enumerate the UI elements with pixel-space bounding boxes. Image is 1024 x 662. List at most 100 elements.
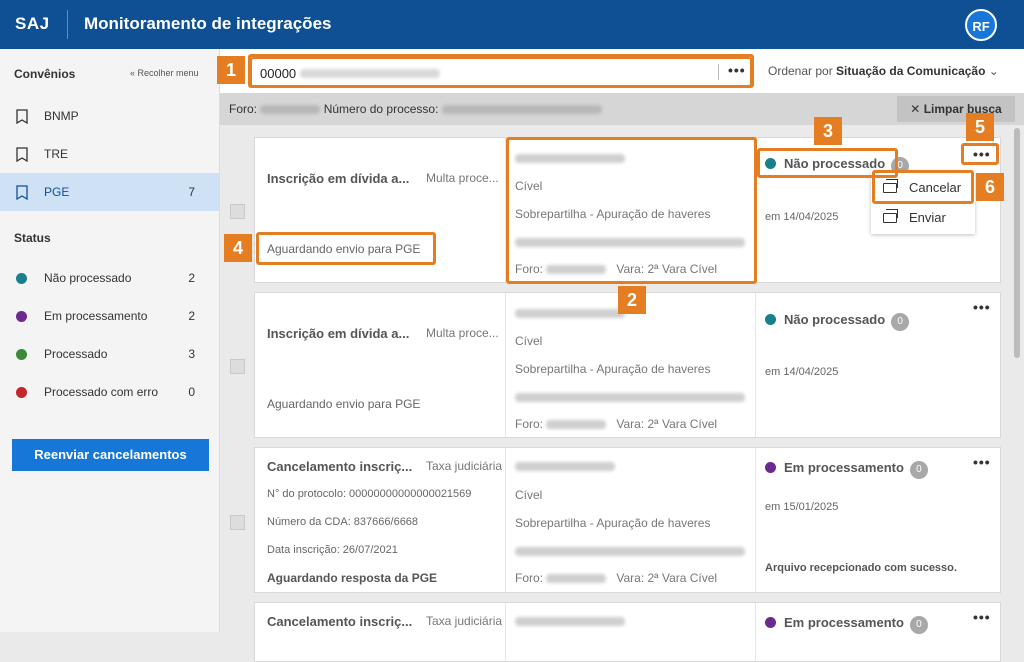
top-bar: SAJ Monitoramento de integrações RF [0, 0, 1024, 49]
status-item-processado-com-erro[interactable]: Processado com erro 0 [0, 373, 219, 411]
column-divider [755, 448, 756, 592]
sidebar-item-bnmp[interactable]: BNMP [0, 97, 219, 135]
status-dot-icon [765, 462, 776, 473]
vara-label: Vara: 2ª Vara Cível [616, 571, 718, 585]
status-badge: Em processamento 0 [765, 460, 928, 479]
card-title: Inscrição em dívida a... [267, 171, 410, 186]
card-type: Taxa judiciária [426, 614, 503, 628]
status-text: Em processamento [784, 460, 904, 475]
status-count: 0 [188, 385, 195, 399]
count-badge: 0 [891, 313, 910, 331]
menu-item-label: Enviar [909, 210, 946, 225]
party-name [515, 306, 625, 320]
card-checkbox[interactable] [230, 515, 245, 530]
status-message: Arquivo recepcionado com sucesso. [765, 562, 957, 574]
case-number [515, 544, 745, 558]
card-more-options-icon[interactable]: ••• [973, 299, 991, 315]
sidebar-item-label: PGE [44, 185, 70, 199]
status-label: Não processado [44, 271, 132, 285]
redacted-text [260, 105, 321, 115]
highlight-search [248, 54, 754, 88]
highlight-more-options [961, 143, 999, 165]
card-title: Cancelamento inscriç... [267, 614, 413, 629]
redacted-text [515, 547, 745, 557]
sidebar-item-count: 7 [188, 185, 195, 199]
callout-5: 5 [966, 113, 994, 141]
menu-item-enviar[interactable]: Enviar [871, 203, 975, 233]
card-type: Multa proce... [426, 326, 499, 340]
callout-6: 6 [976, 173, 1004, 201]
inscription-date: Data inscrição: 26/07/2021 [267, 544, 398, 556]
sort-value: Situação da Comunicação [836, 64, 986, 78]
sort-selector[interactable]: Ordenar por Situação da Comunicação ⌄ [768, 64, 999, 78]
card-checkbox[interactable] [230, 204, 245, 219]
callout-3: 3 [814, 117, 842, 145]
status-text: Em processamento [784, 615, 904, 630]
party-name [515, 614, 625, 628]
collapse-menu-label: Recolher menu [137, 68, 199, 78]
status-badge: Em processamento 0 [765, 615, 928, 634]
status-dot-icon [16, 311, 27, 322]
status-text: Não processado [784, 312, 886, 327]
status-count: 2 [188, 271, 195, 285]
highlight-cancelar [872, 170, 974, 204]
card-more-options-icon[interactable]: ••• [973, 609, 991, 625]
scrollbar[interactable] [1014, 128, 1020, 358]
status-dot-icon [16, 273, 27, 284]
redacted-text [515, 309, 625, 319]
party-name [515, 459, 615, 473]
case-class: Cível [515, 334, 543, 348]
send-icon [883, 209, 898, 223]
callout-1: 1 [217, 56, 245, 84]
card-title: Inscrição em dívida a... [267, 326, 410, 341]
vara-label: Vara: 2ª Vara Cível [616, 417, 718, 431]
count-badge: 0 [909, 461, 928, 479]
status-dot-icon [16, 387, 27, 398]
user-avatar[interactable]: RF [965, 9, 997, 41]
sidebar-item-pge[interactable]: PGE 7 [0, 173, 219, 211]
integration-card[interactable]: Cancelamento inscriç... Taxa judiciária … [254, 447, 1001, 593]
status-heading: Status [14, 231, 51, 245]
bookmark-icon [16, 185, 28, 200]
redacted-text [515, 617, 625, 627]
double-chevron-left-icon: « [130, 68, 136, 78]
sidebar-item-label: BNMP [44, 109, 79, 123]
callout-4: 4 [224, 234, 252, 262]
sidebar-item-tre[interactable]: TRE [0, 135, 219, 173]
sidebar-item-label: TRE [44, 147, 68, 161]
status-date: em 14/04/2025 [765, 211, 839, 223]
clear-search-button[interactable]: ✕ Limpar busca [897, 96, 1015, 122]
foro-label: Foro: [515, 571, 544, 585]
resend-cancellations-button[interactable]: Reenviar cancelamentos [12, 439, 209, 471]
case-number [515, 390, 745, 404]
bookmark-icon [16, 147, 28, 162]
collapse-menu-button[interactable]: « Recolher menu [130, 68, 199, 78]
status-item-em-processamento[interactable]: Em processamento 2 [0, 297, 219, 335]
card-more-options-icon[interactable]: ••• [973, 454, 991, 470]
card-checkbox[interactable] [230, 359, 245, 374]
case-subject: Sobrepartilha - Apuração de haveres [515, 516, 711, 530]
status-count: 2 [188, 309, 195, 323]
card-wait-status: Aguardando envio para PGE [267, 397, 421, 411]
card-title: Cancelamento inscriç... [267, 459, 413, 474]
card-type: Taxa judiciária [426, 459, 503, 473]
status-item-processado[interactable]: Processado 3 [0, 335, 219, 373]
integration-card[interactable]: Cancelamento inscriç... Taxa judiciária … [254, 602, 1001, 662]
column-divider [505, 448, 506, 592]
filter-summary: Foro: Número do processo: [229, 102, 602, 116]
page-title: Monitoramento de integrações [84, 14, 332, 33]
sort-label: Ordenar por [768, 64, 833, 78]
redacted-text [515, 393, 745, 403]
chevron-down-icon: ⌄ [988, 64, 999, 78]
bookmark-icon [16, 109, 28, 124]
status-item-nao-processado[interactable]: Não processado 2 [0, 259, 219, 297]
column-divider [505, 603, 506, 661]
redacted-text [546, 574, 607, 584]
callout-2: 2 [618, 286, 646, 314]
status-date: em 14/04/2025 [765, 366, 839, 378]
brand-logo[interactable]: SAJ [15, 14, 50, 34]
count-badge: 0 [909, 616, 928, 634]
highlight-case-details [506, 137, 757, 284]
status-date: em 15/01/2025 [765, 501, 839, 513]
status-dot-icon [765, 314, 776, 325]
